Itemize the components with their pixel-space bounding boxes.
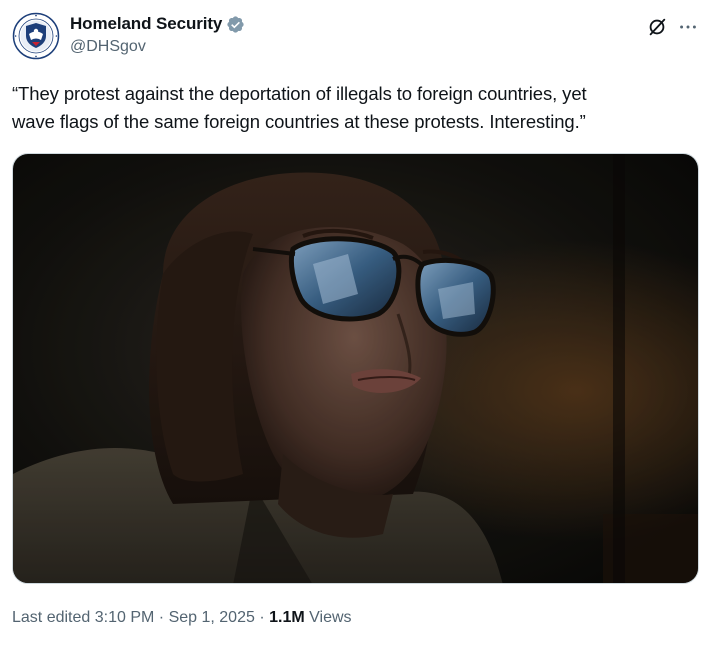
tweet-time[interactable]: 3:10 PM: [95, 609, 155, 626]
dhs-seal-icon: [12, 12, 60, 60]
more-icon[interactable]: [677, 16, 699, 38]
woman-with-glasses-image: [13, 154, 698, 583]
author-handle[interactable]: @DHSgov: [70, 38, 245, 56]
tweet: Homeland Security @DHSgov “They protest …: [0, 0, 716, 647]
verified-badge-icon: [226, 15, 245, 34]
meta-separator: ·: [259, 609, 265, 626]
name-row: Homeland Security: [70, 13, 245, 35]
avatar[interactable]: [12, 12, 60, 60]
tweet-date[interactable]: Sep 1, 2025: [169, 609, 255, 626]
tweet-author: Homeland Security @DHSgov: [70, 13, 245, 56]
tweet-text: “They protest against the deportation of…: [12, 83, 587, 132]
tweet-meta: Last edited 3:10 PM · Sep 1, 2025 · 1.1M…: [12, 609, 352, 627]
tweet-media-image[interactable]: [12, 153, 699, 584]
meta-separator: ·: [158, 609, 165, 626]
views-count: 1.1M: [269, 609, 305, 626]
author-display-name[interactable]: Homeland Security: [70, 14, 222, 34]
grok-icon[interactable]: [646, 16, 668, 38]
edited-label: Last edited: [12, 609, 91, 626]
views-label: Views: [309, 609, 352, 626]
